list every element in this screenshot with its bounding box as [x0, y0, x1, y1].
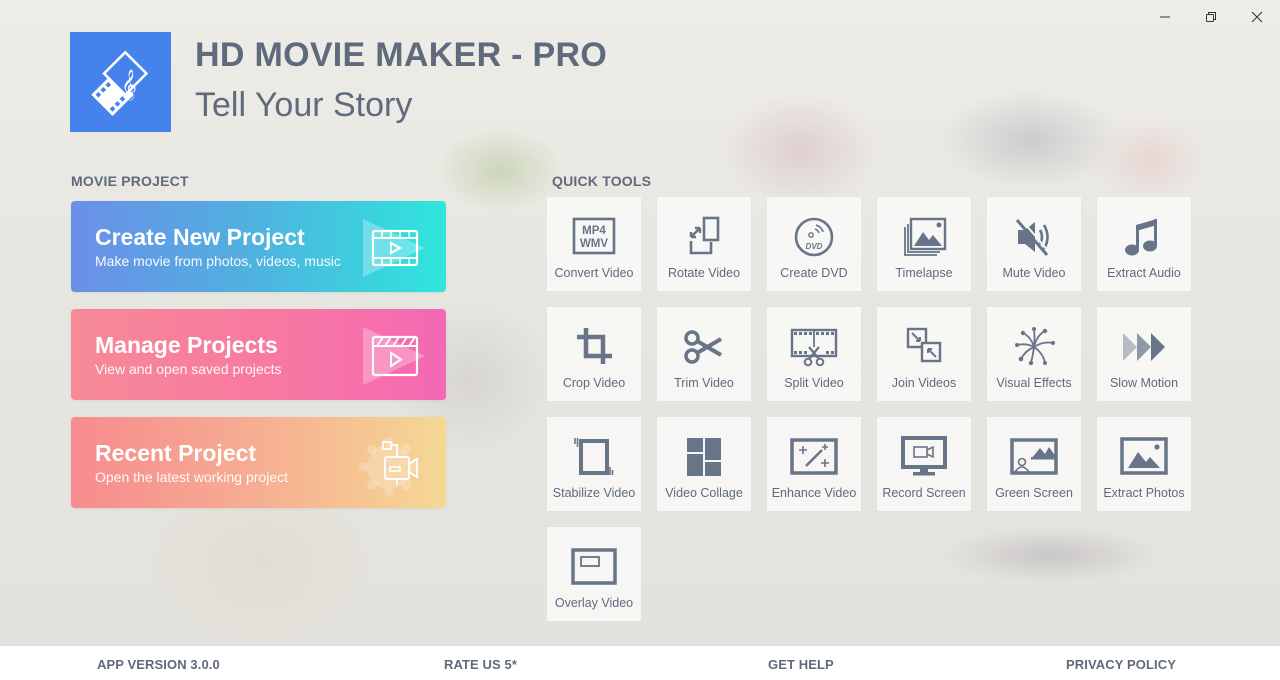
film-music-logo-icon: 𝄞	[90, 50, 148, 116]
tool-label: Rotate Video	[667, 266, 741, 280]
photo-stack-icon	[904, 217, 947, 256]
tool-label: Split Video	[784, 376, 844, 390]
stabilize-icon	[574, 438, 614, 475]
scissors-icon	[684, 330, 723, 364]
close-button[interactable]	[1234, 4, 1280, 30]
app-version-label: APP VERSION 3.0.0	[97, 657, 220, 672]
clapperboard-icon	[363, 327, 425, 385]
tool-split-video[interactable]: Split Video	[767, 307, 861, 401]
tool-label: Crop Video	[562, 376, 626, 390]
icon-text-mp4: MP4	[582, 225, 606, 237]
tool-overlay-video[interactable]: Overlay Video	[547, 527, 641, 621]
tool-record-screen[interactable]: Record Screen	[877, 417, 971, 511]
manage-projects-button[interactable]: Manage Projects View and open saved proj…	[71, 309, 446, 400]
tool-label: Visual Effects	[996, 376, 1072, 390]
tool-label: Convert Video	[554, 266, 634, 280]
footer-bar: APP VERSION 3.0.0 RATE US 5* GET HELP PR…	[0, 646, 1280, 680]
tool-timelapse[interactable]: Timelapse	[877, 197, 971, 291]
create-new-project-button[interactable]: Create New Project Make movie from photo…	[71, 201, 446, 292]
tool-join-videos[interactable]: Join Videos	[877, 307, 971, 401]
tool-label: Green Screen	[995, 486, 1073, 500]
app-subtitle: Tell Your Story	[195, 86, 413, 124]
restore-button[interactable]	[1188, 4, 1234, 30]
recent-project-button[interactable]: Recent Project Open the latest working p…	[71, 417, 446, 508]
privacy-policy-link[interactable]: PRIVACY POLICY	[1066, 657, 1176, 672]
minimize-icon	[1160, 16, 1170, 18]
tool-label: Stabilize Video	[552, 486, 636, 500]
mute-icon	[1015, 217, 1051, 256]
window-controls	[1142, 4, 1280, 30]
tool-label: Trim Video	[674, 376, 734, 390]
tool-label: Extract Audio	[1107, 266, 1181, 280]
rotate-icon	[689, 216, 720, 255]
card-subtitle: Open the latest working project	[95, 469, 288, 485]
tool-green-screen[interactable]: Green Screen	[987, 417, 1081, 511]
tool-label: Slow Motion	[1109, 376, 1179, 390]
tool-enhance-video[interactable]: Enhance Video	[767, 417, 861, 511]
svg-text:𝄞: 𝄞	[121, 69, 136, 101]
tool-trim-video[interactable]: Trim Video	[657, 307, 751, 401]
green-screen-icon	[1010, 438, 1058, 475]
overlay-icon	[571, 548, 617, 585]
tool-visual-effects[interactable]: Visual Effects	[987, 307, 1081, 401]
music-note-icon	[1125, 219, 1157, 256]
tool-mute-video[interactable]: Mute Video	[987, 197, 1081, 291]
card-subtitle: Make movie from photos, videos, music	[95, 253, 341, 269]
close-icon	[1251, 11, 1263, 23]
fast-forward-icon	[1123, 333, 1165, 361]
movie-project-heading: MOVIE PROJECT	[71, 173, 189, 189]
app-logo: 𝄞	[70, 32, 171, 132]
tool-create-dvd[interactable]: DVD Create DVD	[767, 197, 861, 291]
tool-crop-video[interactable]: Crop Video	[547, 307, 641, 401]
crop-icon	[577, 328, 612, 364]
magic-wand-icon	[790, 438, 838, 475]
quick-tools-grid: MP4 WMV Convert Video Rotate Video DVD C…	[547, 197, 1191, 621]
card-subtitle: View and open saved projects	[95, 361, 282, 377]
video-camera-gear-icon	[359, 437, 419, 497]
tool-video-collage[interactable]: Video Collage	[657, 417, 751, 511]
tool-label: Record Screen	[882, 486, 966, 500]
join-icon	[906, 327, 942, 363]
tool-label: Mute Video	[1002, 266, 1066, 280]
mp4-wmv-icon: MP4 WMV	[572, 217, 616, 255]
card-title: Create New Project	[95, 224, 305, 250]
tool-label: Video Collage	[665, 486, 743, 500]
quick-tools-heading: QUICK TOOLS	[552, 173, 652, 189]
image-icon	[1120, 437, 1168, 475]
fireworks-icon	[1015, 327, 1055, 366]
card-title: Manage Projects	[95, 332, 278, 358]
film-split-icon	[790, 328, 838, 367]
tool-rotate-video[interactable]: Rotate Video	[657, 197, 751, 291]
tool-label: Create DVD	[780, 266, 848, 280]
tool-label: Overlay Video	[554, 596, 634, 610]
tool-label: Extract Photos	[1103, 486, 1185, 500]
icon-text-dvd: DVD	[806, 242, 823, 251]
rate-us-link[interactable]: RATE US 5*	[444, 657, 517, 672]
collage-icon	[687, 438, 721, 476]
app-title: HD MOVIE MAKER - PRO	[195, 36, 608, 74]
tool-label: Timelapse	[895, 266, 953, 280]
tool-label: Enhance Video	[771, 486, 857, 500]
monitor-camera-icon	[901, 436, 947, 476]
tool-extract-photos[interactable]: Extract Photos	[1097, 417, 1191, 511]
get-help-link[interactable]: GET HELP	[768, 657, 834, 672]
tool-slow-motion[interactable]: Slow Motion	[1097, 307, 1191, 401]
icon-text-wmv: WMV	[580, 238, 608, 250]
tool-stabilize-video[interactable]: Stabilize Video	[547, 417, 641, 511]
minimize-button[interactable]	[1142, 4, 1188, 30]
film-play-icon	[363, 219, 425, 277]
tool-extract-audio[interactable]: Extract Audio	[1097, 197, 1191, 291]
card-title: Recent Project	[95, 440, 257, 466]
tool-label: Join Videos	[891, 376, 957, 390]
tool-convert-video[interactable]: MP4 WMV Convert Video	[547, 197, 641, 291]
dvd-icon: DVD	[794, 217, 834, 257]
restore-icon	[1206, 12, 1216, 22]
